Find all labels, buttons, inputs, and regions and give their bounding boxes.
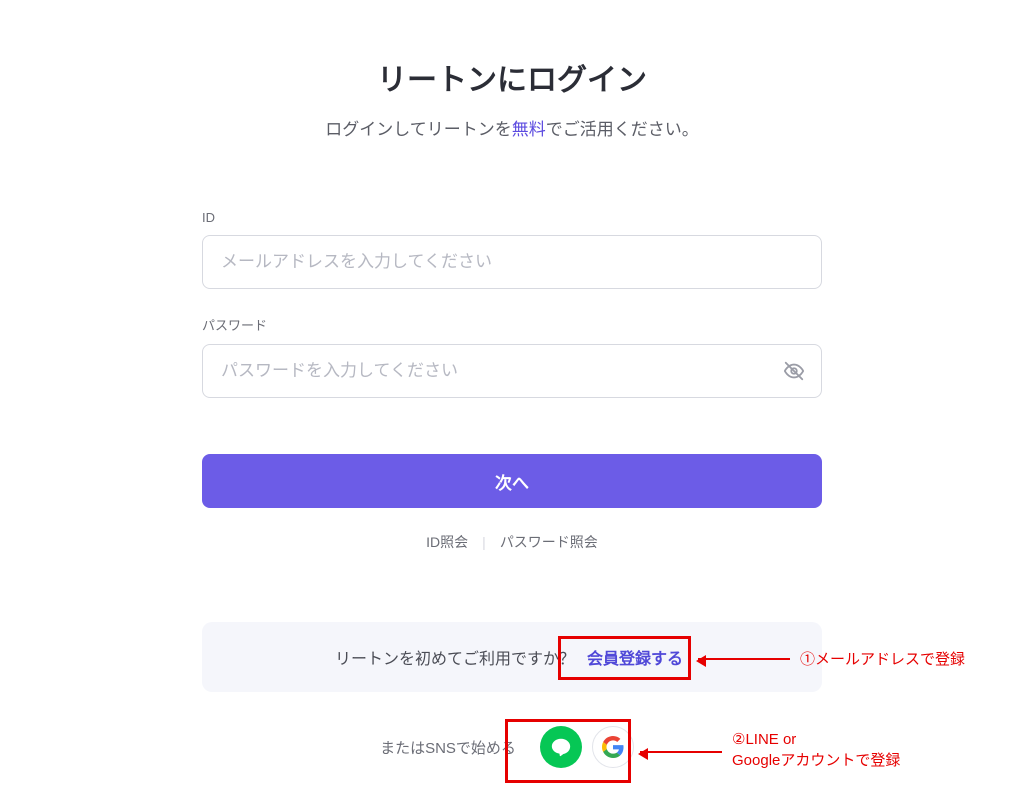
sns-icons — [530, 720, 644, 774]
google-login-button[interactable] — [592, 726, 634, 768]
help-links: ID照会 | パスワード照会 — [202, 532, 822, 552]
eye-off-icon — [783, 360, 805, 382]
subtitle-post: でご活用ください。 — [546, 120, 699, 139]
password-input[interactable] — [202, 344, 822, 398]
id-label: ID — [202, 210, 822, 225]
toggle-password-visibility-button[interactable] — [778, 355, 810, 387]
page-subtitle: ログインしてリートンを無料でご活用ください。 — [202, 115, 822, 140]
line-icon — [550, 736, 572, 758]
signup-bar: リートンを初めてご利用ですか？ 会員登録する — [202, 622, 822, 692]
page-title: リートンにログイン — [202, 55, 822, 99]
next-button[interactable]: 次へ — [202, 454, 822, 508]
id-lookup-link[interactable]: ID照会 — [426, 532, 468, 552]
signup-prompt: リートンを初めてご利用ですか？ — [335, 645, 575, 669]
password-input-wrap — [202, 344, 822, 398]
login-form: ID パスワード 次へ ID照会 | パスワード照会 リートンを初めてご利用です… — [202, 210, 822, 774]
subtitle-pre: ログインしてリートンを — [325, 120, 512, 139]
id-input-wrap — [202, 235, 822, 289]
password-lookup-link[interactable]: パスワード照会 — [500, 532, 598, 552]
subtitle-accent: 無料 — [512, 120, 546, 139]
sns-label: またはSNSで始める — [380, 737, 516, 758]
line-login-button[interactable] — [540, 726, 582, 768]
annotation-text-1: ①メールアドレスで登録 — [800, 649, 965, 670]
google-icon — [602, 736, 624, 758]
password-label: パスワード — [202, 315, 822, 334]
signup-link[interactable]: 会員登録する — [581, 641, 689, 673]
sns-row: またはSNSで始める — [202, 720, 822, 774]
id-input[interactable] — [202, 235, 822, 289]
separator: | — [482, 534, 486, 550]
